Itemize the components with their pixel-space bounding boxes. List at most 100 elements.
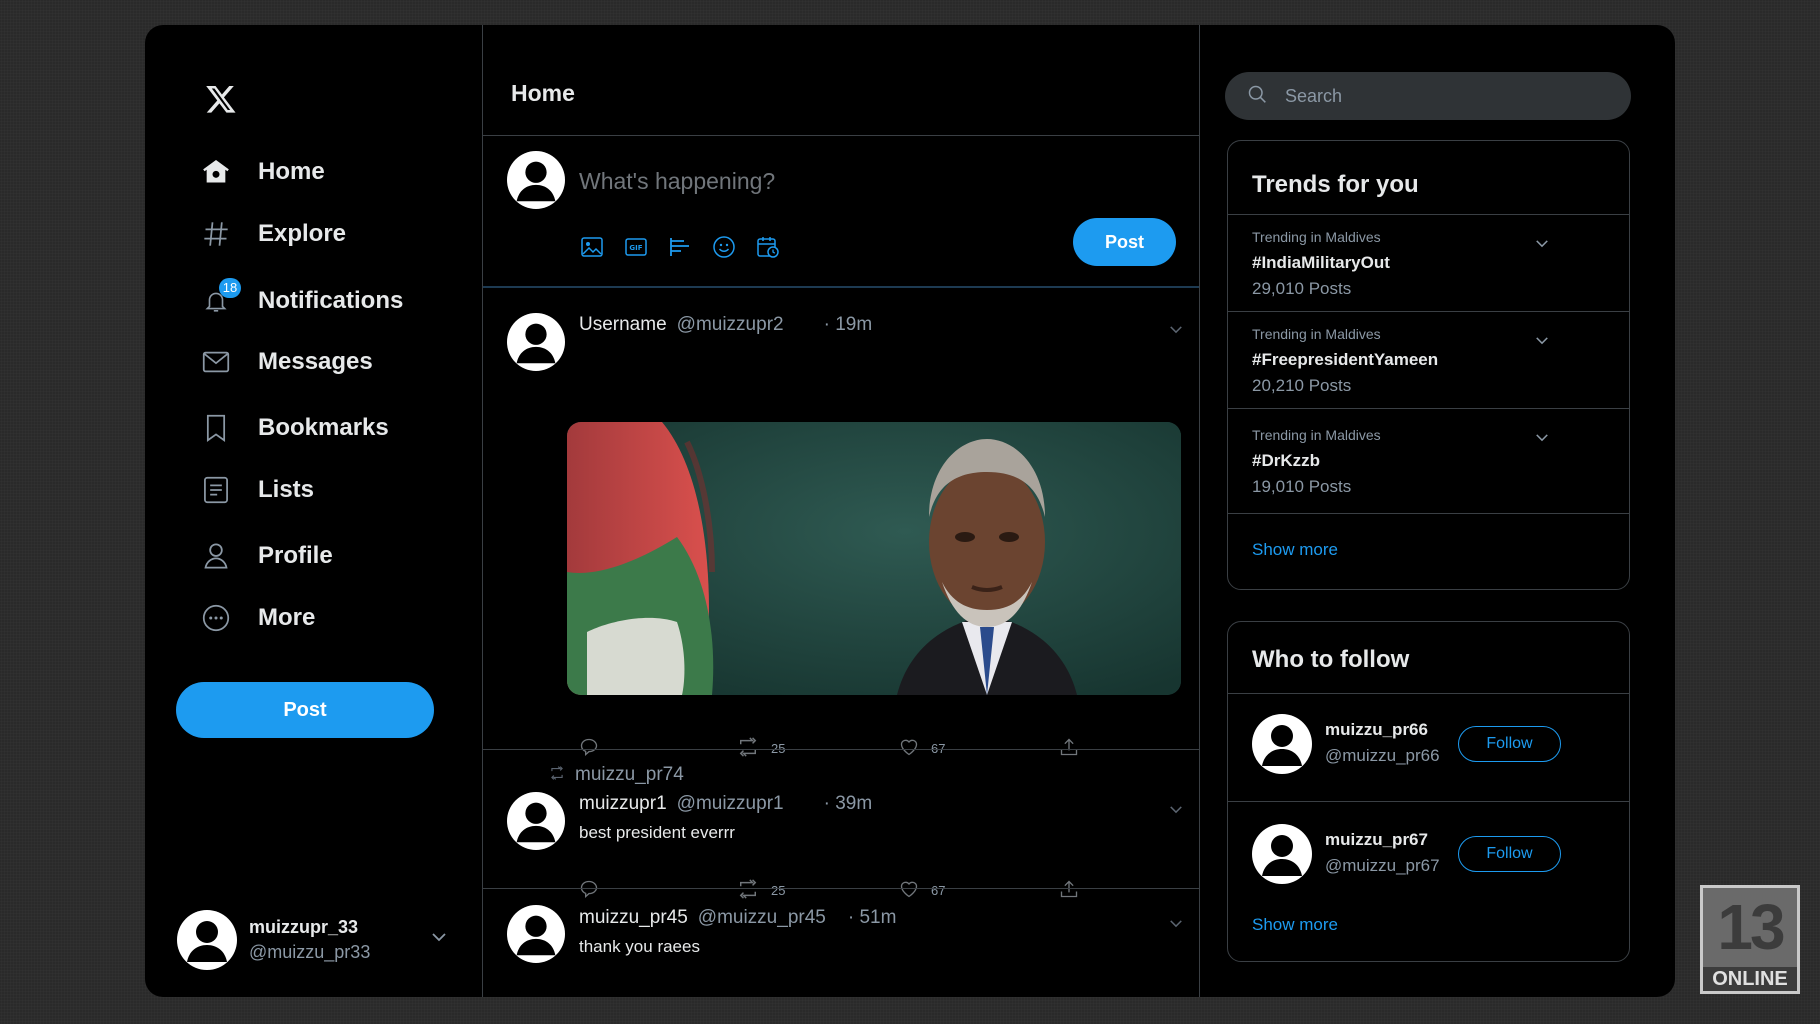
nav-bookmarks-label: Bookmarks <box>258 414 389 441</box>
emoji-icon[interactable] <box>711 234 737 260</box>
tweet-time: · 39m <box>823 793 873 814</box>
trends-panel: Trends for you Trending in Maldives #Ind… <box>1227 140 1630 590</box>
account-name: muizzupr_33 <box>249 917 359 937</box>
nav-profile[interactable]: Profile <box>201 541 333 571</box>
divider <box>483 286 1199 288</box>
chevron-down-icon[interactable] <box>1535 429 1549 447</box>
search-input[interactable] <box>1283 84 1587 108</box>
chevron-down-icon[interactable] <box>1535 235 1549 253</box>
chevron-down-icon[interactable] <box>1169 321 1183 339</box>
retweet-icon <box>737 879 759 902</box>
x-logo-icon[interactable] <box>205 83 237 115</box>
trend-context: Trending in Maldives <box>1252 229 1381 245</box>
trend-item[interactable]: Trending in Maldives #FreepresidentYamee… <box>1228 312 1629 408</box>
composer-toolbar: GIF <box>579 234 781 260</box>
follow-button[interactable]: Follow <box>1458 726 1561 762</box>
gif-icon[interactable]: GIF <box>623 234 649 260</box>
page-title: Home <box>511 80 575 106</box>
chevron-down-icon <box>431 929 447 947</box>
heart-icon <box>899 879 919 902</box>
bell-icon: 18 <box>201 278 241 316</box>
nav-profile-label: Profile <box>258 542 333 569</box>
suggestion-name: muizzu_pr66 <box>1325 720 1428 739</box>
who-to-follow-panel: Who to follow muizzu_pr66 @muizzu_pr66 F… <box>1227 621 1630 962</box>
tweet-avatar[interactable] <box>507 313 565 371</box>
suggestion-name: muizzu_pr67 <box>1325 830 1428 849</box>
nav-more-label: More <box>258 604 316 631</box>
trend-item[interactable]: Trending in Maldives #IndiaMilitaryOut 2… <box>1228 215 1629 311</box>
tweet-time: · 51m <box>847 907 897 928</box>
trends-title: Trends for you <box>1252 171 1419 198</box>
nav-notifications-label: Notifications <box>258 287 404 314</box>
tweet-username[interactable]: muizzu_pr45 <box>579 907 688 929</box>
svg-text:GIF: GIF <box>629 244 642 252</box>
suggestion-handle: @muizzu_pr66 <box>1325 746 1440 765</box>
nav-more[interactable]: More <box>201 603 315 633</box>
post-button[interactable]: Post <box>176 682 434 738</box>
tweet-username[interactable]: Username <box>579 314 667 336</box>
tweet-handle[interactable]: @muizzupr1 <box>677 793 784 815</box>
suggestion-handle: @muizzu_pr67 <box>1325 856 1440 875</box>
tweet-image[interactable] <box>567 422 1181 695</box>
search-bar[interactable] <box>1225 72 1631 120</box>
divider <box>483 135 1199 136</box>
reply-icon[interactable] <box>579 737 599 757</box>
divider <box>483 749 1199 750</box>
sidebar: Home Explore 18 Notifications Messages B… <box>145 25 482 997</box>
retweet-icon <box>549 764 565 786</box>
trend-tag: #IndiaMilitaryOut <box>1252 253 1390 272</box>
tweet-handle[interactable]: @muizzu_pr45 <box>698 907 826 929</box>
chevron-down-icon[interactable] <box>1169 801 1183 819</box>
follow-button[interactable]: Follow <box>1458 836 1561 872</box>
watermark-text: ONLINE <box>1703 967 1797 991</box>
avatar <box>177 910 237 970</box>
tweet-header: muizzupr1 @muizzupr1 · 39m <box>579 793 872 815</box>
retweeted-by[interactable]: muizzu_pr74 <box>575 764 684 786</box>
tweet-text: best president everrr <box>579 823 735 842</box>
tweet-header: muizzu_pr45 @muizzu_pr45 · 51m <box>579 907 896 929</box>
tweet-username[interactable]: muizzupr1 <box>579 793 667 815</box>
tweet-handle[interactable]: @muizzupr2 <box>677 314 784 336</box>
list-icon <box>201 475 231 505</box>
reply-icon[interactable] <box>579 879 599 899</box>
follow-suggestion[interactable]: muizzu_pr67 @muizzu_pr67 Follow <box>1252 824 1592 886</box>
account-switcher[interactable]: muizzupr_33 @muizzu_pr33 <box>177 909 447 971</box>
watermark-number: 13 <box>1717 891 1785 963</box>
share-icon[interactable] <box>1059 737 1079 757</box>
trend-item[interactable]: Trending in Maldives #DrKzzb 19,010 Post… <box>1228 409 1629 513</box>
composer-input[interactable]: What's happening? <box>579 168 775 195</box>
nav-messages-label: Messages <box>258 348 373 375</box>
follow-show-more-link[interactable]: Show more <box>1252 915 1338 935</box>
nav-lists[interactable]: Lists <box>201 475 314 505</box>
nav-messages[interactable]: Messages <box>201 347 373 377</box>
account-handle: @muizzu_pr33 <box>249 942 371 962</box>
timeline: Home What's happening? GIF Post Username… <box>482 25 1200 997</box>
tweet-avatar[interactable] <box>507 792 565 850</box>
schedule-icon[interactable] <box>755 234 781 260</box>
image-icon[interactable] <box>579 234 605 260</box>
nav-home-label: Home <box>258 158 325 185</box>
divider <box>483 888 1199 889</box>
retweet-button[interactable]: 25 <box>737 879 785 902</box>
retweet-count: 25 <box>771 883 786 898</box>
chevron-down-icon[interactable] <box>1535 332 1549 350</box>
nav-explore[interactable]: Explore <box>201 219 346 249</box>
nav-notifications[interactable]: 18 Notifications <box>201 278 404 316</box>
tweet-actions: 25 67 <box>579 737 1079 759</box>
nav-home[interactable]: Home <box>201 157 325 187</box>
chevron-down-icon[interactable] <box>1169 915 1183 933</box>
poll-icon[interactable] <box>667 234 693 260</box>
more-circle-icon <box>201 603 231 633</box>
like-button[interactable]: 67 <box>899 879 945 902</box>
divider <box>1228 513 1629 514</box>
trend-context: Trending in Maldives <box>1252 427 1381 443</box>
hashtag-icon <box>201 219 231 249</box>
share-icon[interactable] <box>1059 879 1079 899</box>
composer-post-button[interactable]: Post <box>1073 218 1176 266</box>
nav-explore-label: Explore <box>258 220 347 247</box>
nav-bookmarks[interactable]: Bookmarks <box>201 413 389 443</box>
tweet-avatar[interactable] <box>507 905 565 963</box>
follow-suggestion[interactable]: muizzu_pr66 @muizzu_pr66 Follow <box>1252 714 1592 776</box>
trends-show-more-link[interactable]: Show more <box>1252 540 1338 560</box>
watermark-logo: 13 ONLINE <box>1700 885 1800 994</box>
